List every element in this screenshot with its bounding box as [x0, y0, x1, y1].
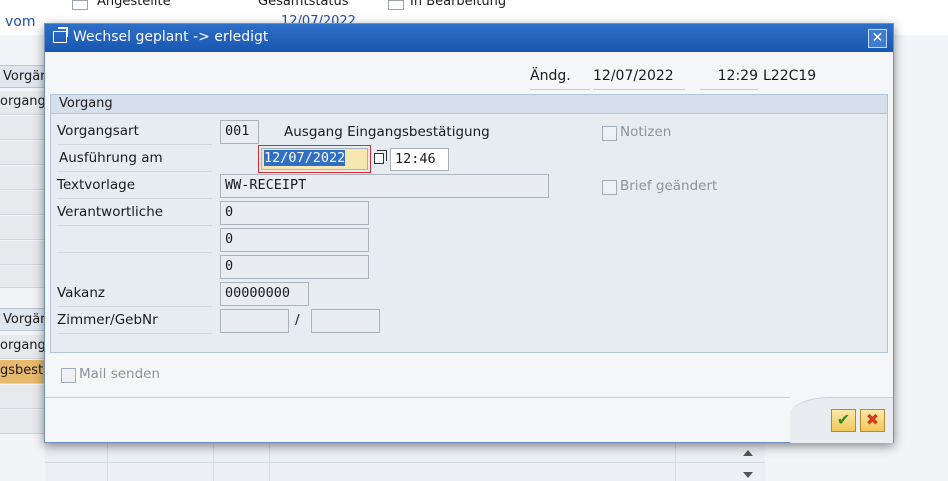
footer-divider	[45, 397, 790, 398]
bg-row-empty	[0, 266, 45, 288]
bg-row-empty	[0, 216, 45, 240]
bg-vom-label: vom	[5, 14, 36, 30]
ok-button[interactable]: ✔	[831, 409, 856, 432]
bg-group-header-2: Vorgän	[0, 308, 45, 331]
mail-checkbox[interactable]	[61, 368, 76, 383]
calendar-icon-shadow	[377, 150, 387, 161]
bg-row-highlight[interactable]: gsbest.	[0, 360, 45, 384]
cancel-icon: ✖	[865, 410, 880, 429]
ausfuehrung-date-value: 12/07/2022	[264, 150, 346, 166]
dialog-titlebar[interactable]: Wechsel geplant -> erledigt	[45, 24, 893, 52]
bg-label-gesamtstatus: Gesamtstatus	[258, 0, 349, 9]
vorgang-group: Vorgang Vorgangsart 001 Ausgang Eingangs…	[50, 94, 888, 353]
bg-dropdown-2[interactable]	[388, 0, 404, 10]
ausfuehrung-label: Ausführung am	[57, 146, 212, 172]
scroll-up-icon[interactable]	[743, 450, 753, 456]
textvorlage-field[interactable]: WW-RECEIPT	[220, 174, 549, 198]
brief-label: Brief geändert	[620, 178, 718, 194]
zimmer-separator: /	[295, 312, 300, 328]
vorgangsart-label: Vorgangsart	[57, 119, 212, 145]
dialog-title: Wechsel geplant -> erledigt	[73, 29, 269, 45]
bg-row-empty	[0, 410, 45, 434]
verantwortliche-field-1[interactable]: 0	[220, 201, 369, 225]
group-title: Vorgang	[51, 95, 887, 114]
ausfuehrung-time-field[interactable]: 12:46	[390, 148, 449, 171]
bg-dropdown[interactable]	[72, 0, 88, 10]
dialog-window: Wechsel geplant -> erledigt ✕ Ändg. 12/0…	[44, 23, 894, 443]
bg-row-empty	[0, 166, 45, 190]
changed-label: Ändg.	[530, 68, 590, 90]
bg-gridline	[45, 462, 765, 463]
zimmer-label: Zimmer/GebNr	[57, 308, 212, 334]
bg-label-in-bearbeitung: In Bearbeitung	[410, 0, 507, 9]
check-icon: ✔	[836, 410, 851, 429]
bg-row-empty	[0, 116, 45, 140]
zimmer-field[interactable]	[220, 309, 289, 333]
textvorlage-label: Textvorlage	[57, 173, 212, 199]
bg-row-empty	[0, 141, 45, 165]
verantwortliche-label: Verantwortliche	[57, 200, 212, 226]
changed-date: 12/07/2022	[593, 68, 685, 90]
notizen-label: Notizen	[620, 124, 672, 140]
bg-group-header-1: Vorgän	[0, 65, 45, 88]
close-button[interactable]: ✕	[868, 29, 887, 48]
dialog-window-icon	[53, 31, 67, 43]
gebnr-field[interactable]	[311, 309, 380, 333]
bg-row-empty	[0, 241, 45, 265]
scroll-down-icon[interactable]	[743, 472, 753, 478]
mail-label: Mail senden	[79, 366, 161, 382]
bg-label-angestellte: Angestellte	[97, 0, 171, 9]
vorgangsart-field[interactable]: 001	[220, 120, 259, 144]
notizen-checkbox[interactable]	[602, 126, 617, 141]
close-icon: ✕	[871, 30, 884, 46]
cancel-button[interactable]: ✖	[860, 409, 885, 432]
bg-row-2[interactable]: organg	[0, 335, 45, 359]
ausfuehrung-date-field[interactable]: 12/07/2022	[261, 148, 368, 170]
vakanz-label: Vakanz	[57, 281, 212, 307]
bg-row-1[interactable]: organg	[0, 91, 45, 115]
verantwortliche-field-2[interactable]: 0	[220, 228, 369, 252]
changed-user: L22C19	[763, 68, 817, 84]
vorgangsart-text: Ausgang Eingangsbestätigung	[284, 124, 490, 140]
bg-row-empty	[0, 191, 45, 215]
vakanz-field[interactable]: 00000000	[220, 282, 309, 306]
verantwortliche-field-3[interactable]: 0	[220, 255, 369, 279]
brief-checkbox[interactable]	[602, 180, 617, 195]
changed-time: 12:29	[700, 68, 758, 90]
verantwortliche-spacer	[57, 227, 212, 253]
bg-row-empty	[0, 385, 45, 409]
